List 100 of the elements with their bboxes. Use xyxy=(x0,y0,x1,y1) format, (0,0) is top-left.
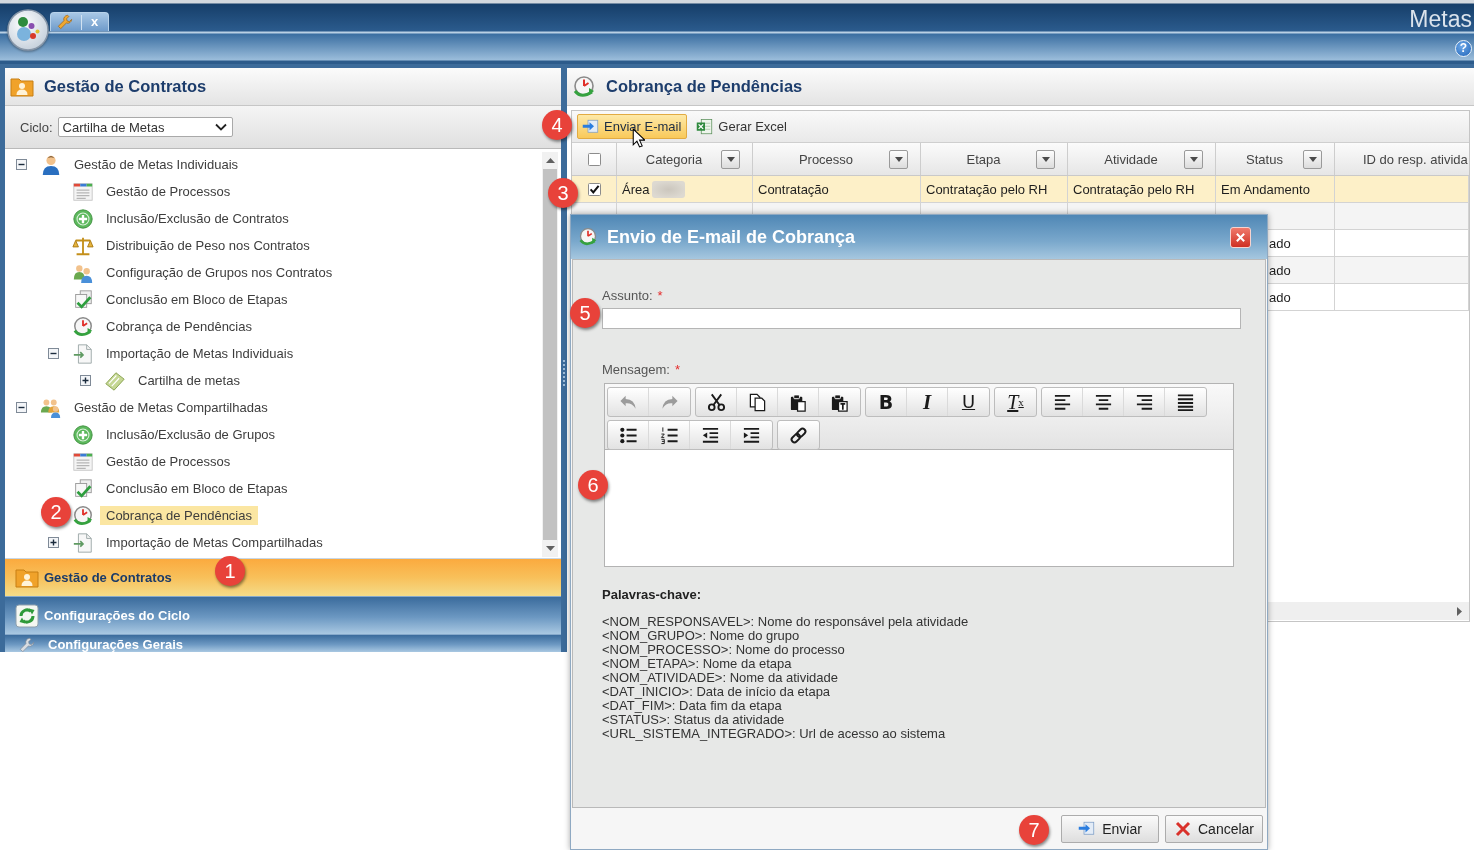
column-menu-button[interactable] xyxy=(1184,149,1203,169)
tree-item[interactable]: Distribuição de Peso nos Contratos xyxy=(100,236,316,255)
documents-check-icon xyxy=(72,288,94,311)
tree-item[interactable]: Cobrança de Pendências xyxy=(100,317,258,336)
numbered-list-icon xyxy=(659,425,679,445)
keyword-line: <NOM_PROCESSO>: Nome do processo xyxy=(602,643,846,657)
align-left-icon xyxy=(1052,392,1072,412)
scrollbar-thumb[interactable] xyxy=(543,169,557,540)
up-arrow-icon[interactable] xyxy=(545,158,555,163)
keyword-line: <DAT_FIM>: Data fim da etapa xyxy=(602,699,783,713)
subject-input[interactable] xyxy=(602,308,1241,329)
wrench-icon xyxy=(57,14,73,30)
accordion-title: Configurações do Ciclo xyxy=(44,608,190,623)
column-title: Atividade xyxy=(1103,151,1159,167)
column-menu-button[interactable] xyxy=(1303,149,1322,169)
panel-title: Cobrança de Pendências xyxy=(606,77,803,96)
caret-down-icon xyxy=(1041,156,1050,162)
tree-item[interactable]: Inclusão/Exclusão de Contratos xyxy=(100,209,295,228)
clipboard-text-icon xyxy=(830,392,849,412)
align-center-icon xyxy=(1093,392,1113,412)
send-email-button[interactable]: Enviar E-mail xyxy=(577,114,688,139)
keyword-line: <DAT_INICIO>: Data de início da etapa xyxy=(602,685,832,699)
right-arrow-icon[interactable] xyxy=(1457,606,1462,616)
logo-icon xyxy=(6,8,50,52)
accordion-title: Gestão de Contratos xyxy=(44,570,172,585)
document-list-icon xyxy=(72,180,94,203)
document-arrow-icon xyxy=(72,342,94,365)
wrench-icon xyxy=(19,637,35,652)
dialog-title: Envio de E-mail de Cobrança xyxy=(607,226,856,248)
circular-arrows-icon xyxy=(15,603,39,628)
align-right-icon xyxy=(1134,392,1154,412)
tree-item[interactable]: Importação de Metas Individuais xyxy=(100,344,300,363)
tree-item[interactable]: Cartilha de metas xyxy=(132,371,246,390)
bold-button[interactable]: B xyxy=(866,388,907,416)
tree-item[interactable]: Conclusão em Bloco de Etapas xyxy=(100,290,294,309)
tree-item[interactable]: Conclusão em Bloco de Etapas xyxy=(100,479,294,498)
caret-down-icon xyxy=(726,156,735,162)
person-icon xyxy=(40,153,62,176)
tree-item[interactable]: Gestão de Processos xyxy=(100,452,237,471)
minus-box-icon[interactable] xyxy=(47,348,59,359)
panel-title: Gestão de Contratos xyxy=(44,77,207,96)
down-arrow-icon[interactable] xyxy=(545,546,555,551)
italic-button[interactable]: I xyxy=(907,388,948,416)
checkbox[interactable] xyxy=(587,182,601,196)
table-cell: Contratação pelo RH xyxy=(921,176,1068,202)
table-row[interactable]: Área Contratação Contratação pelo RH Contratação pelo RH Em Andamento xyxy=(572,176,1469,203)
close-button[interactable] xyxy=(1230,226,1251,248)
send-button[interactable]: Enviar xyxy=(1061,814,1159,843)
justify-icon xyxy=(1176,392,1195,412)
column-title: Status xyxy=(1245,151,1284,167)
table-cell: Contratação xyxy=(753,176,921,202)
tree-item[interactable]: Importação de Metas Compartilhadas xyxy=(100,533,329,552)
cell-text: Área xyxy=(622,181,650,197)
caret-down-icon xyxy=(1189,156,1198,162)
minus-box-icon[interactable] xyxy=(15,402,27,413)
table-cell: Em Andamento xyxy=(1216,176,1335,202)
keyword-line: <NOM_RESPONSAVEL>: Nome do responsável pela atividade xyxy=(602,615,969,629)
tree-item[interactable]: Inclusão/Exclusão de Grupos xyxy=(100,425,282,444)
table-cell: Contratação pelo RH xyxy=(1068,176,1216,202)
keyword-line: <NOM_GRUPO>: Nome do grupo xyxy=(602,629,801,643)
keyword-line: <STATUS>: Status da atividade xyxy=(602,713,786,727)
scissors-icon xyxy=(706,392,726,412)
keywords-title: Palavras-chave: xyxy=(602,588,701,602)
required-mark: * xyxy=(674,363,680,377)
indent-icon xyxy=(742,425,761,445)
tree-item[interactable]: Gestão de Metas Compartilhadas xyxy=(68,398,274,417)
column-menu-button[interactable] xyxy=(889,149,908,169)
cell-text: ado xyxy=(1269,262,1291,278)
tree-item[interactable]: Cobrança de Pendências xyxy=(100,506,258,525)
close-icon xyxy=(1235,231,1246,243)
outdent-icon xyxy=(700,425,720,445)
column-menu-button[interactable] xyxy=(1036,149,1055,169)
plus-box-icon[interactable] xyxy=(79,375,91,386)
field-label: Mensagem: xyxy=(602,363,670,377)
two-pages-icon xyxy=(747,392,767,412)
checkbox[interactable] xyxy=(587,152,601,166)
plus-box-icon[interactable] xyxy=(47,537,59,548)
keyword-line: <NOM_ETAPA>: Nome da etapa xyxy=(602,657,793,671)
cycle-select[interactable]: Cartilha de Metas xyxy=(57,117,233,137)
minus-box-icon[interactable] xyxy=(15,159,27,170)
accordion-title: Configurações Gerais xyxy=(48,637,184,652)
tree-item[interactable]: Gestão de Processos xyxy=(100,182,237,201)
tree-item[interactable]: Configuração de Grupos nos Contratos xyxy=(100,263,339,282)
underline-button[interactable]: U xyxy=(948,388,989,416)
cell-text: ado xyxy=(1269,289,1291,305)
field-label: Assunto: xyxy=(602,289,653,303)
column-title: Categoria xyxy=(644,151,704,167)
column-menu-button[interactable] xyxy=(721,149,740,169)
field-label: Ciclo: xyxy=(20,119,53,135)
arrow-document-icon xyxy=(582,117,600,136)
export-excel-button[interactable]: Gerar Excel xyxy=(691,114,793,139)
spreadsheet-icon xyxy=(696,117,715,136)
tree-item[interactable]: Gestão de Metas Individuais xyxy=(68,155,245,174)
plus-circle-icon xyxy=(72,423,94,446)
arrow-document-icon xyxy=(1078,819,1097,838)
book-icon xyxy=(104,369,126,392)
column-title: ID do resp. ativida xyxy=(1362,151,1469,167)
app-title: Metas xyxy=(1409,6,1472,32)
cancel-button[interactable]: Cancelar xyxy=(1165,814,1263,843)
cell-text: ado xyxy=(1269,235,1291,251)
